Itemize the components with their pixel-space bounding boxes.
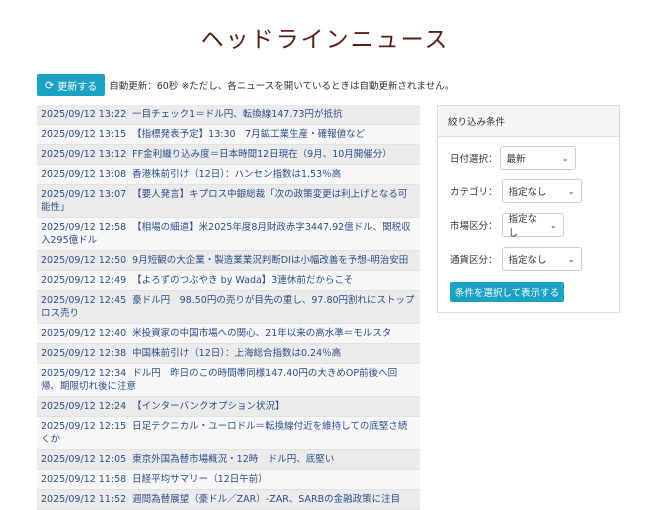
news-headline[interactable]: 【よろずのつぶやき by Wada】3連休前だからこそ — [132, 275, 353, 286]
news-time: 2025/09/12 12:34 — [41, 368, 127, 379]
filter-panel-title: 絞り込み条件 — [438, 106, 619, 137]
news-headline[interactable]: 【指標発表予定】13:30 7月鉱工業生産・確報値など — [132, 129, 365, 140]
news-item[interactable]: 2025/09/12 12:49 【よろずのつぶやき by Wada】3連休前だか… — [37, 271, 420, 291]
news-item[interactable]: 2025/09/12 12:40 米投資家の中国市場への関心、21年以来の高水準＝… — [37, 324, 420, 344]
apply-filter-button[interactable]: 条件を選択して表示する — [450, 282, 564, 302]
refresh-icon: ⟳ — [45, 78, 55, 92]
news-headline[interactable]: 中国株前引け（12日）：上海総合指数は0.24％高 — [132, 348, 341, 359]
news-time: 2025/09/12 11:52 — [41, 494, 127, 505]
news-time: 2025/09/12 13:08 — [41, 169, 127, 180]
news-time: 2025/09/12 13:15 — [41, 129, 127, 140]
news-item[interactable]: 2025/09/12 12:50 9月短観の大企業・製造業業況判断DIは小幅改善を… — [37, 251, 420, 271]
news-item[interactable]: 2025/09/12 12:15 日足テクニカル・ユーロドル＝転換線付近を維持して… — [37, 417, 420, 450]
news-time: 2025/09/12 12:49 — [41, 275, 127, 286]
news-headline[interactable]: 一目チェック1＝ドル円、転換線147.73円が抵抗 — [132, 109, 342, 120]
filter-row-date: 日付選択： 最新 ⌄ — [450, 146, 576, 170]
chevron-down-icon: ⌄ — [549, 220, 557, 230]
news-time: 2025/09/12 12:40 — [41, 328, 127, 339]
filter-row-category: カテゴリ： 指定なし ⌄ — [450, 179, 582, 203]
news-item[interactable]: 2025/09/12 12:58 【相場の細道】米2025年度8月財政赤字3447… — [37, 218, 420, 251]
chevron-down-icon: ⌄ — [561, 153, 569, 163]
category-filter-label: カテゴリ： — [450, 187, 498, 198]
currency-select-value: 指定なし — [508, 255, 547, 266]
refresh-bar: ⟳ 更新する 自動更新：60秒 ※ただし、各ニュースを開いているときは自動更新さ… — [37, 74, 454, 96]
filter-panel: 絞り込み条件 日付選択： 最新 ⌄ カテゴリ： 指定なし ⌄ 市場区分： 指定な… — [437, 105, 620, 313]
date-filter-label: 日付選択： — [450, 154, 498, 165]
news-time: 2025/09/12 13:22 — [41, 109, 127, 120]
date-select[interactable]: 最新 ⌄ — [499, 146, 576, 170]
news-time: 2025/09/12 13:07 — [41, 189, 127, 200]
news-headline[interactable]: 香港株前引け（12日）：ハンセン指数は1.53％高 — [132, 169, 341, 180]
news-time: 2025/09/12 12:05 — [41, 454, 127, 465]
news-time: 2025/09/12 12:50 — [41, 255, 127, 266]
market-select[interactable]: 指定なし ⌄ — [501, 213, 564, 239]
category-select-value: 指定なし — [508, 187, 547, 198]
news-headline[interactable]: 日経平均サマリー（12日午前） — [132, 474, 268, 485]
chevron-down-icon: ⌄ — [567, 254, 575, 264]
news-headline[interactable]: 【インターバンクオプション状況】 — [132, 401, 284, 412]
page-title: ヘッドラインニュース — [200, 27, 450, 53]
news-item[interactable]: 2025/09/12 12:38 中国株前引け（12日）：上海総合指数は0.24％… — [37, 344, 420, 364]
news-headline[interactable]: 米投資家の中国市場への関心、21年以来の高水準＝モルスタ — [132, 328, 391, 339]
currency-filter-label: 通貨区分： — [450, 255, 498, 266]
news-item[interactable]: 2025/09/12 13:12 FF金利織り込み度＝日本時間12日現在（9月、1… — [37, 145, 420, 165]
news-headline[interactable]: 東京外国為替市場概況・12時 ドル円、底堅い — [132, 454, 334, 465]
news-item[interactable]: 2025/09/12 13:15 【指標発表予定】13:30 7月鉱工業生産・確報… — [37, 125, 420, 145]
category-select[interactable]: 指定なし ⌄ — [501, 179, 582, 203]
refresh-button[interactable]: ⟳ 更新する — [37, 74, 106, 96]
news-item[interactable]: 2025/09/12 11:52 週間為替展望（豪ドル／ZAR）-ZAR、SARB… — [37, 490, 420, 510]
refresh-button-label: 更新する — [57, 81, 98, 93]
news-time: 2025/09/12 12:15 — [41, 421, 127, 432]
news-time: 2025/09/12 13:12 — [41, 149, 127, 160]
news-item[interactable]: 2025/09/12 12:34 ドル円 昨日のこの時間帯同様147.40円の大き… — [37, 364, 420, 397]
news-item[interactable]: 2025/09/12 12:24 【インターバンクオプション状況】 — [37, 397, 420, 417]
auto-refresh-note: 自動更新：60秒 ※ただし、各ニュースを開いているときは自動更新されません。 — [109, 81, 455, 92]
news-headline[interactable]: 週間為替展望（豪ドル／ZAR）-ZAR、SARBの金融政策に注目 — [132, 494, 400, 505]
market-select-value: 指定なし — [508, 214, 538, 239]
market-filter-label: 市場区分： — [450, 221, 498, 232]
currency-select[interactable]: 指定なし ⌄ — [501, 247, 582, 271]
news-time: 2025/09/12 12:38 — [41, 348, 127, 359]
chevron-down-icon: ⌄ — [567, 186, 575, 196]
date-select-value: 最新 — [506, 154, 526, 165]
news-item[interactable]: 2025/09/12 12:05 東京外国為替市場概況・12時 ドル円、底堅い — [37, 450, 420, 470]
news-item[interactable]: 2025/09/12 13:22 一目チェック1＝ドル円、転換線147.73円が抵… — [37, 105, 420, 125]
news-item[interactable]: 2025/09/12 11:58 日経平均サマリー（12日午前） — [37, 470, 420, 490]
news-time: 2025/09/12 11:58 — [41, 474, 127, 485]
news-time: 2025/09/12 12:58 — [41, 222, 127, 233]
news-item[interactable]: 2025/09/12 12:45 豪ドル円 98.50円の売りが目先の重し、97.… — [37, 291, 420, 324]
news-time: 2025/09/12 12:45 — [41, 295, 127, 306]
filter-row-currency: 通貨区分： 指定なし ⌄ — [450, 247, 582, 271]
news-headline[interactable]: FF金利織り込み度＝日本時間12日現在（9月、10月開催分） — [132, 149, 392, 160]
news-item[interactable]: 2025/09/12 13:08 香港株前引け（12日）：ハンセン指数は1.53％… — [37, 165, 420, 185]
filter-row-market: 市場区分： 指定なし ⌄ — [450, 213, 564, 239]
news-item[interactable]: 2025/09/12 13:07 【要人発言】キプロス中銀総裁「次の政策変更は利上… — [37, 185, 420, 218]
news-time: 2025/09/12 12:24 — [41, 401, 127, 412]
news-headline[interactable]: 9月短観の大企業・製造業業況判断DIは小幅改善を予想-明治安田 — [132, 255, 408, 266]
news-list: 2025/09/12 13:22 一目チェック1＝ドル円、転換線147.73円が抵… — [37, 105, 420, 510]
